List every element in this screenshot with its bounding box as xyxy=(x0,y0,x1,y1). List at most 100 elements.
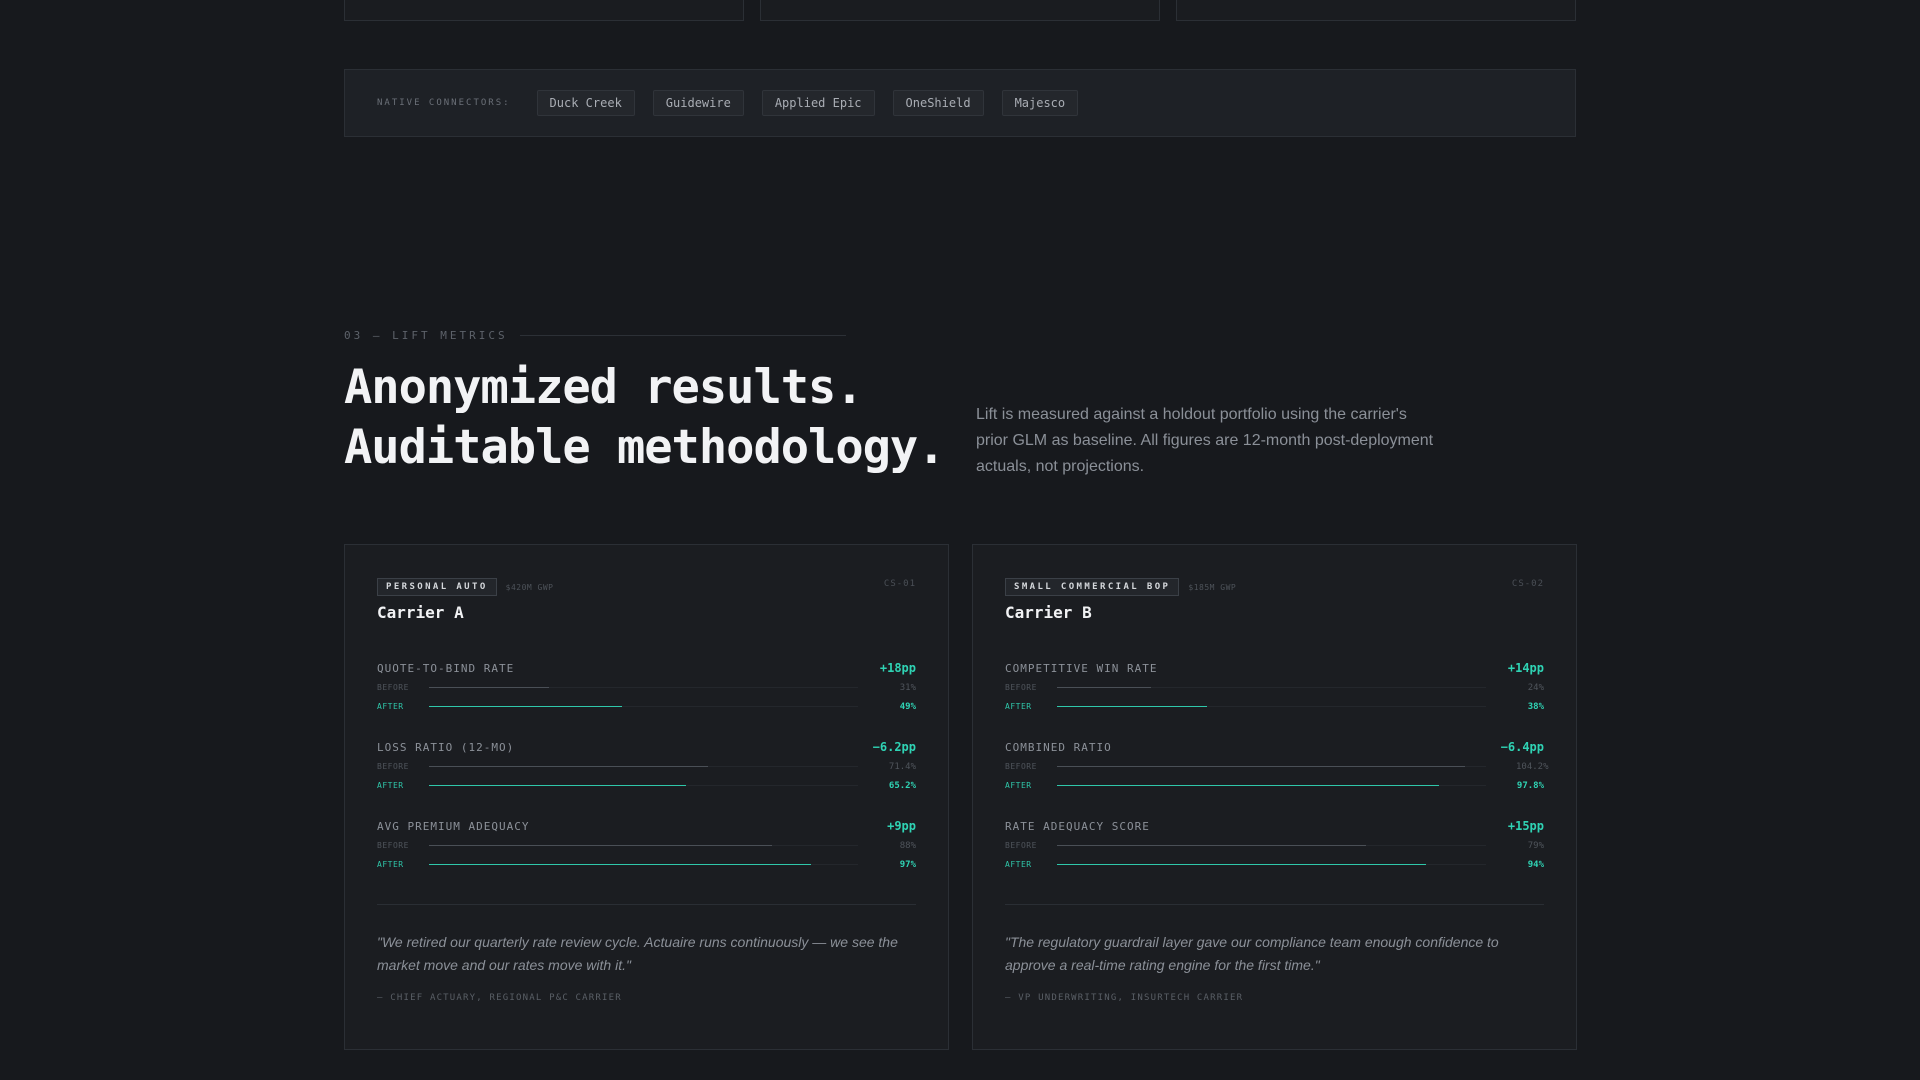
after-bar-track xyxy=(1057,785,1486,786)
after-row: AFTER 49% xyxy=(377,697,916,716)
segment-badge: PERSONAL AUTO xyxy=(377,578,497,596)
before-row: BEFORE 71.4% xyxy=(377,757,916,776)
before-value: 31% xyxy=(899,682,916,693)
testimonial-quote: "We retired our quarterly rate review cy… xyxy=(377,934,898,973)
after-row: AFTER 97.8% xyxy=(1005,776,1544,795)
before-label: BEFORE xyxy=(1005,683,1037,692)
gwp-label: $185M GWP xyxy=(1188,582,1237,592)
before-bar-track xyxy=(1057,766,1486,767)
metric-name: RATE ADEQUACY SCORE xyxy=(1005,819,1150,833)
after-label: AFTER xyxy=(1005,702,1032,711)
before-bar-track xyxy=(1057,845,1486,846)
card-divider xyxy=(1005,904,1544,905)
carrier-name: Carrier B xyxy=(1005,603,1092,622)
after-bar xyxy=(429,706,623,707)
after-value: 38% xyxy=(1527,701,1544,712)
case-id: CS-02 xyxy=(1511,579,1544,589)
metric-delta: −6.2pp xyxy=(872,740,916,754)
before-bar xyxy=(1057,845,1366,846)
before-bar xyxy=(429,766,708,767)
before-label: BEFORE xyxy=(1005,762,1037,771)
before-value: 79% xyxy=(1527,840,1544,851)
card-divider xyxy=(377,904,916,905)
metric-header: RATE ADEQUACY SCORE +15pp xyxy=(1005,816,1544,836)
before-row: BEFORE 24% xyxy=(1005,678,1544,697)
before-bar xyxy=(1057,687,1152,688)
section-eyebrow: 03 — LIFT METRICS xyxy=(344,329,846,342)
after-row: AFTER 97% xyxy=(377,855,916,874)
case-card-header: PERSONAL AUTO $420M GWP CS-01 xyxy=(377,577,916,597)
before-bar xyxy=(429,845,773,846)
metric-delta: +18pp xyxy=(879,661,916,675)
metrics-list: QUOTE-TO-BIND RATE +18pp BEFORE 31% AFTE… xyxy=(377,658,916,874)
before-label: BEFORE xyxy=(1005,841,1037,850)
after-row: AFTER 65.2% xyxy=(377,776,916,795)
after-value: 97% xyxy=(899,859,916,870)
connectors-label: NATIVE CONNECTORS: xyxy=(377,98,511,108)
connector-chip-applied-epic[interactable]: Applied Epic xyxy=(761,90,875,116)
metric-header: COMBINED RATIO −6.4pp xyxy=(1005,737,1544,757)
carrier-name: Carrier A xyxy=(377,603,464,622)
before-bar-track xyxy=(1057,687,1486,688)
after-bar xyxy=(429,785,687,786)
eyebrow-label: 03 — LIFT METRICS xyxy=(344,329,508,342)
metric-header: QUOTE-TO-BIND RATE +18pp xyxy=(377,658,916,678)
before-row: BEFORE 104.2% xyxy=(1005,757,1549,776)
before-label: BEFORE xyxy=(377,841,409,850)
case-study-card-a: PERSONAL AUTO $420M GWP CS-01 Carrier A … xyxy=(344,544,949,1050)
after-value: 65.2% xyxy=(888,780,916,791)
section-lede: Lift is measured against a holdout portf… xyxy=(976,406,1434,475)
section-headline: Anonymized results. Auditable methodolog… xyxy=(344,358,964,478)
testimonial-attribution: — CHIEF ACTUARY, REGIONAL P&C CARRIER xyxy=(377,993,622,1003)
native-connectors-bar: NATIVE CONNECTORS: Duck Creek Guidewire … xyxy=(344,69,1576,137)
metric-delta: −6.4pp xyxy=(1500,740,1544,754)
after-value: 97.8% xyxy=(1516,780,1544,791)
before-row: BEFORE 79% xyxy=(1005,836,1544,855)
feature-card xyxy=(760,0,1160,21)
feature-cards-row xyxy=(344,0,1576,21)
case-id: CS-01 xyxy=(883,579,916,589)
before-value: 88% xyxy=(899,840,916,851)
after-label: AFTER xyxy=(377,781,404,790)
metric-combined-ratio: COMBINED RATIO −6.4pp BEFORE 104.2% AFTE… xyxy=(1005,737,1549,795)
after-value: 94% xyxy=(1527,859,1544,870)
after-label: AFTER xyxy=(377,702,404,711)
headline-line-1: Anonymized results. xyxy=(344,360,864,415)
connector-chip-oneshield[interactable]: OneShield xyxy=(892,90,984,116)
metric-header: AVG PREMIUM ADEQUACY +9pp xyxy=(377,816,916,836)
metric-delta: +15pp xyxy=(1507,819,1544,833)
connector-chip-guidewire[interactable]: Guidewire xyxy=(652,90,744,116)
gwp-label: $420M GWP xyxy=(505,582,554,592)
after-bar xyxy=(1057,864,1426,865)
after-bar-track xyxy=(429,785,858,786)
connector-chip-duck-creek[interactable]: Duck Creek xyxy=(536,90,635,116)
after-bar-track xyxy=(1057,706,1486,707)
after-label: AFTER xyxy=(1005,860,1032,869)
metric-name: COMBINED RATIO xyxy=(1005,740,1112,754)
segment-badge: SMALL COMMERCIAL BOP xyxy=(1005,578,1180,596)
after-bar-track xyxy=(429,706,858,707)
before-value: 104.2% xyxy=(1516,761,1549,772)
after-bar xyxy=(1057,785,1439,786)
after-label: AFTER xyxy=(1005,781,1032,790)
after-bar xyxy=(1057,706,1208,707)
metric-delta: +14pp xyxy=(1507,661,1544,675)
connector-chip-majesco[interactable]: Majesco xyxy=(1001,90,1079,116)
metric-competitive-win-rate: COMPETITIVE WIN RATE +14pp BEFORE 24% AF… xyxy=(1005,658,1544,716)
testimonial-attribution: — VP UNDERWRITING, INSURTECH CARRIER xyxy=(1005,993,1244,1003)
feature-card xyxy=(1176,0,1576,21)
metric-avg-premium-adequacy: AVG PREMIUM ADEQUACY +9pp BEFORE 88% AFT… xyxy=(377,816,916,874)
after-row: AFTER 94% xyxy=(1005,855,1544,874)
metric-name: QUOTE-TO-BIND RATE xyxy=(377,661,515,675)
before-row: BEFORE 31% xyxy=(377,678,916,697)
before-label: BEFORE xyxy=(377,683,409,692)
metrics-list: COMPETITIVE WIN RATE +14pp BEFORE 24% AF… xyxy=(1005,658,1549,874)
metric-quote-to-bind-rate: QUOTE-TO-BIND RATE +18pp BEFORE 31% AFTE… xyxy=(377,658,916,716)
before-bar-track xyxy=(429,687,858,688)
metric-name: COMPETITIVE WIN RATE xyxy=(1005,661,1158,675)
metric-rate-adequacy-score: RATE ADEQUACY SCORE +15pp BEFORE 79% AFT… xyxy=(1005,816,1544,874)
feature-card xyxy=(344,0,744,21)
before-value: 71.4% xyxy=(888,761,916,772)
metric-header: LOSS RATIO (12-MO) −6.2pp xyxy=(377,737,916,757)
case-card-header: SMALL COMMERCIAL BOP $185M GWP CS-02 xyxy=(1005,577,1544,597)
